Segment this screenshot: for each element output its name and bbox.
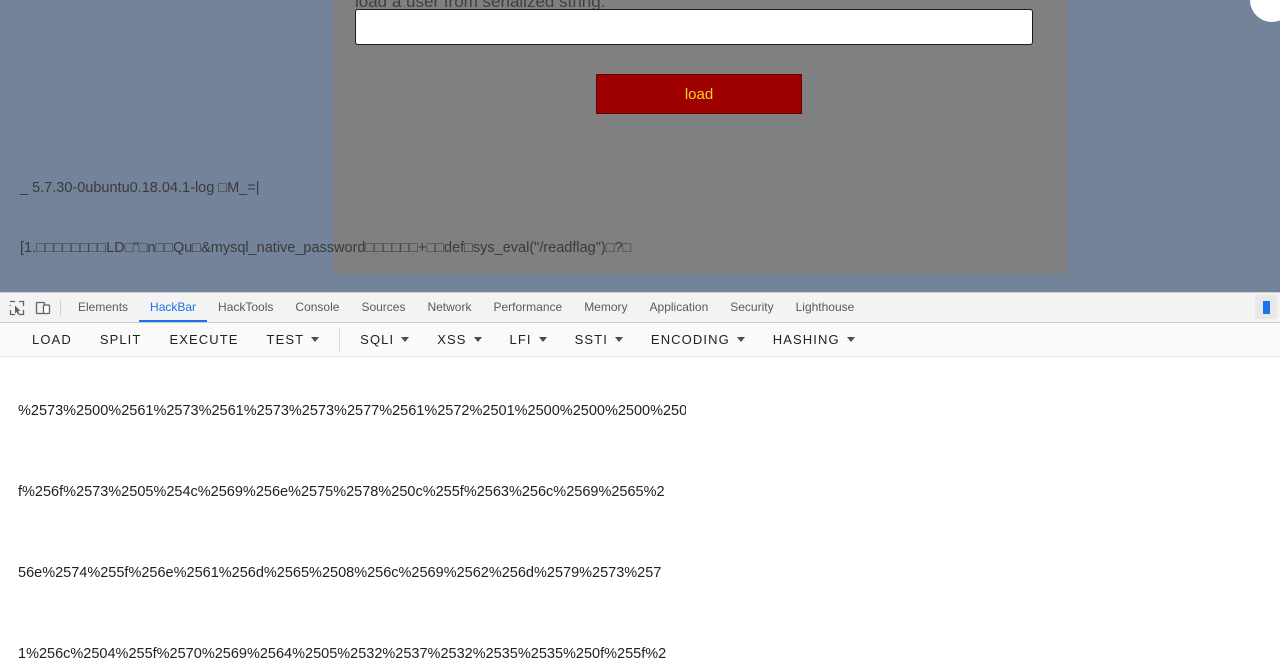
hackbar-body: %2573%2500%2561%2573%2561%2573%2573%2577… [0, 357, 1280, 659]
hackbar-encoding-menu[interactable]: ENCODING [637, 323, 759, 356]
hackbar-load-button[interactable]: LOAD [18, 323, 86, 356]
hackbar-test-label: TEST [266, 332, 305, 347]
hackbar-execute-label: EXECUTE [169, 332, 239, 347]
toolbar-divider [60, 299, 61, 316]
output-line: [1.□□□□□□□□LD□"□n□□Qu□&mysql_native_pass… [20, 240, 632, 256]
tab-elements[interactable]: Elements [67, 293, 139, 322]
payload-line: %2573%2500%2561%2573%2561%2573%2573%2577… [18, 403, 686, 419]
chevron-down-icon [846, 337, 855, 342]
hackbar-execute-button[interactable]: EXECUTE [155, 323, 252, 356]
tab-memory[interactable]: Memory [573, 293, 638, 322]
payload-line: f%256f%2573%2505%254c%2569%256e%2575%257… [18, 484, 665, 500]
server-output-dump: _ 5.7.30-0ubuntu0.18.04.1-log □M_=| [1.□… [20, 138, 1268, 292]
devtools-panel: Elements HackBar HackTools Console Sourc… [0, 292, 1280, 659]
tab-application[interactable]: Application [639, 293, 720, 322]
tab-performance[interactable]: Performance [482, 293, 573, 322]
hackbar-lfi-label: LFI [509, 332, 532, 347]
devtools-tabbar: Elements HackBar HackTools Console Sourc… [0, 293, 1280, 323]
chevron-down-icon [473, 337, 482, 342]
tab-sources[interactable]: Sources [350, 293, 416, 322]
chevron-down-icon [538, 337, 547, 342]
hackbar-ssti-menu[interactable]: SSTI [561, 323, 637, 356]
devtools-tab-list: Elements HackBar HackTools Console Sourc… [67, 293, 865, 322]
load-button[interactable]: load [596, 74, 802, 114]
hackbar-encoding-label: ENCODING [650, 332, 730, 347]
chevron-down-icon [401, 337, 410, 342]
tab-console[interactable]: Console [284, 293, 350, 322]
browser-page-area: load a user from serialized string: load… [0, 0, 1280, 292]
tab-hacktools[interactable]: HackTools [207, 293, 284, 322]
hackbar-split-button[interactable]: SPLIT [86, 323, 156, 356]
devtools-more-button[interactable] [1255, 295, 1277, 319]
hackbar-xss-label: XSS [437, 332, 467, 347]
page-corner-decoration [1250, 0, 1280, 22]
inspect-element-icon[interactable] [8, 299, 26, 317]
device-toolbar-icon[interactable] [34, 299, 52, 317]
chevron-down-icon [311, 337, 320, 342]
hackbar-xss-menu[interactable]: XSS [423, 323, 495, 356]
output-line: _ 5.7.30-0ubuntu0.18.04.1-log □M_=| [20, 180, 260, 196]
payload-line: 56e%2574%255f%256e%2561%256d%2565%2508%2… [18, 565, 662, 581]
chevron-down-icon [736, 337, 745, 342]
hackbar-payload-area[interactable]: %2573%2500%2561%2573%2561%2573%2573%2577… [18, 357, 686, 659]
hackbar-lfi-menu[interactable]: LFI [496, 323, 561, 356]
more-indicator-icon [1262, 300, 1270, 314]
hackbar-hashing-menu[interactable]: HASHING [759, 323, 869, 356]
tab-network[interactable]: Network [416, 293, 482, 322]
devtools-left-icons [0, 299, 58, 317]
tab-security[interactable]: Security [719, 293, 784, 322]
hackbar-divider [339, 327, 341, 352]
hackbar-sqli-label: SQLI [360, 332, 395, 347]
hackbar-toolbar: LOAD SPLIT EXECUTE TEST SQLI XSS LFI SST… [0, 323, 1280, 357]
tab-lighthouse[interactable]: Lighthouse [785, 293, 866, 322]
serialized-string-input[interactable] [355, 9, 1033, 45]
screen-root: load a user from serialized string: load… [0, 0, 1280, 659]
hackbar-split-label: SPLIT [99, 332, 142, 347]
hackbar-ssti-label: SSTI [574, 332, 608, 347]
hackbar-hashing-label: HASHING [772, 332, 840, 347]
payload-line: 1%256c%2504%255f%2570%2569%2564%2505%253… [18, 646, 667, 659]
chevron-down-icon [614, 337, 623, 342]
hackbar-test-menu[interactable]: TEST [253, 323, 334, 356]
hackbar-sqli-menu[interactable]: SQLI [346, 323, 423, 356]
hackbar-load-label: LOAD [32, 332, 72, 347]
tab-hackbar[interactable]: HackBar [139, 293, 208, 322]
